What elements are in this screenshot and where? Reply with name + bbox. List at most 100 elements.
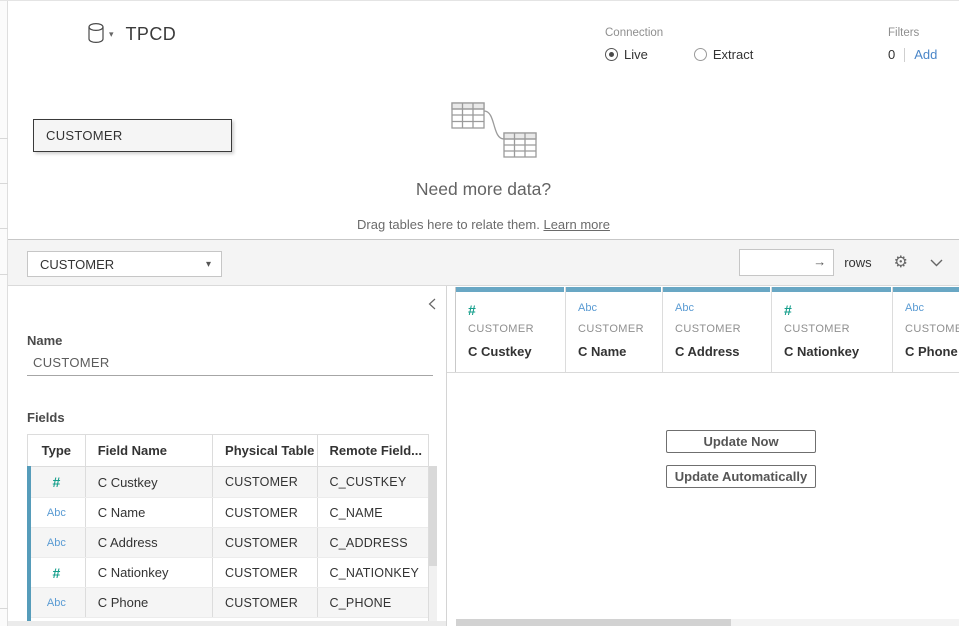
table-row[interactable]: Abc C Address CUSTOMER C_ADDRESS [28,527,428,557]
connection-options: Live Extract [605,47,799,62]
database-caret-icon[interactable]: ▾ [109,29,114,40]
rail-divider [0,138,8,139]
fields-table-hscrollbar[interactable] [8,621,446,626]
rows-label: rows [844,255,871,270]
string-type-icon: Abc [578,302,597,314]
radio-extract[interactable]: Extract [694,47,753,62]
column-stripe [663,287,770,292]
column-stripe [566,287,661,292]
remote-field-cell: C_NAME [330,506,383,520]
string-type-icon: Abc [47,597,66,609]
table-details-pane: Name CUSTOMER Fields Type Field Name Phy… [8,286,446,626]
number-type-icon: # [784,302,792,318]
radio-live-label: Live [624,47,648,62]
rows-cluster: → rows ⚙ [739,249,943,276]
number-type-icon: # [52,565,60,581]
empty-state-subtitle: Drag tables here to relate them. Learn m… [8,217,959,232]
filters-label: Filters [888,27,937,39]
radio-extract-icon[interactable] [694,48,707,61]
grid-header-border [447,372,959,373]
empty-state-title: Need more data? [8,179,959,200]
update-now-button[interactable]: Update Now [666,430,816,453]
data-grid-pane: # CUSTOMER C Custkey Abc CUSTOMER C Name… [447,286,959,626]
string-type-icon: Abc [47,507,66,519]
grid-column-header[interactable]: # CUSTOMER C Nationkey [772,287,893,372]
filters-separator [904,48,905,62]
radio-live-icon[interactable] [605,48,618,61]
column-table-name: CUSTOMER [905,323,959,335]
radio-extract-label: Extract [713,47,753,62]
table-select-value: CUSTOMER [40,257,114,272]
rail-divider [0,608,8,609]
rail-divider [0,228,8,229]
col-header-field-name[interactable]: Field Name [86,435,213,466]
column-table-name: CUSTOMER [578,323,644,335]
select-caret-icon: ▾ [206,259,211,270]
string-type-icon: Abc [675,302,694,314]
data-grid-header: # CUSTOMER C Custkey Abc CUSTOMER C Name… [455,287,959,372]
name-label: Name [27,333,62,348]
radio-live[interactable]: Live [605,47,648,62]
update-automatically-button[interactable]: Update Automatically [666,465,816,488]
canvas-section: ▾ TPCD Connection Live Extract Filters 0 [8,1,959,240]
column-table-name: CUSTOMER [784,323,850,335]
column-field-name: C Address [675,344,740,359]
logical-table-pill[interactable]: CUSTOMER [33,119,232,152]
learn-more-link[interactable]: Learn more [543,217,609,232]
table-row[interactable]: # C Custkey CUSTOMER C_CUSTKEY [28,467,428,497]
grid-column-header[interactable]: # CUSTOMER C Custkey [456,287,566,372]
fields-table: Type Field Name Physical Table Remote Fi… [27,434,429,623]
name-input-underline [27,375,433,376]
physical-table-cell: CUSTOMER [225,596,298,610]
col-header-physical-table[interactable]: Physical Table [213,435,318,466]
chevron-down-icon[interactable] [930,259,943,267]
gear-icon[interactable]: ⚙ [894,255,908,271]
datasource-title: TPCD [126,24,177,45]
database-icon [86,22,106,46]
physical-table-cell: CUSTOMER [225,475,298,489]
table-select-dropdown[interactable]: CUSTOMER ▾ [27,251,222,277]
apply-rows-arrow-icon[interactable]: → [813,254,826,269]
data-source-page: ▾ TPCD Connection Live Extract Filters 0 [0,0,959,626]
fields-table-vscroll-thumb[interactable] [429,466,437,566]
column-field-name: C Name [578,344,626,359]
grid-hscroll-track[interactable] [731,619,959,626]
remote-field-cell: C_PHONE [330,596,392,610]
grid-hscroll-thumb[interactable] [456,619,731,626]
column-table-name: CUSTOMER [468,323,534,335]
table-row[interactable]: # C Nationkey CUSTOMER C_NATIONKEY [28,557,428,587]
column-stripe [893,287,959,292]
field-name-cell: C Nationkey [98,565,169,580]
remote-field-cell: C_CUSTKEY [330,475,407,489]
grid-column-header[interactable]: Abc CUSTOMER C Address [663,287,772,372]
collapse-pane-icon[interactable] [428,297,436,315]
table-row[interactable]: Abc C Name CUSTOMER C_NAME [28,497,428,527]
rail-divider [0,183,8,184]
table-name-input[interactable]: CUSTOMER [33,355,110,370]
remote-field-cell: C_NATIONKEY [330,566,420,580]
physical-table-cell: CUSTOMER [225,536,298,550]
fields-table-vscrollbar[interactable] [429,466,437,621]
col-header-type[interactable]: Type [28,435,86,466]
filters-add-link[interactable]: Add [914,47,937,62]
relate-tables-illustration [440,94,550,166]
field-name-cell: C Address [98,535,158,550]
empty-state-hint: Drag tables here to relate them. [357,217,543,232]
field-name-cell: C Name [98,505,146,520]
grid-column-header[interactable]: Abc CUSTOMER C Name [566,287,663,372]
table-row[interactable]: Abc C Phone CUSTOMER C_PHONE [28,587,428,617]
rail-divider [0,274,8,275]
fields-table-header: Type Field Name Physical Table Remote Fi… [28,435,428,467]
connection-block: Connection Live Extract [605,27,799,62]
col-header-remote-field[interactable]: Remote Field... [318,435,428,466]
field-name-cell: C Custkey [98,475,158,490]
field-name-cell: C Phone [98,595,149,610]
fields-table-left-stripe [27,466,31,622]
fields-label: Fields [27,410,65,425]
left-rail[interactable] [0,1,8,626]
string-type-icon: Abc [905,302,924,314]
column-stripe [772,287,891,292]
datasource-title-row: ▾ TPCD [86,19,176,49]
grid-column-header[interactable]: Abc CUSTOMER C Phone [893,287,959,372]
column-table-name: CUSTOMER [675,323,741,335]
